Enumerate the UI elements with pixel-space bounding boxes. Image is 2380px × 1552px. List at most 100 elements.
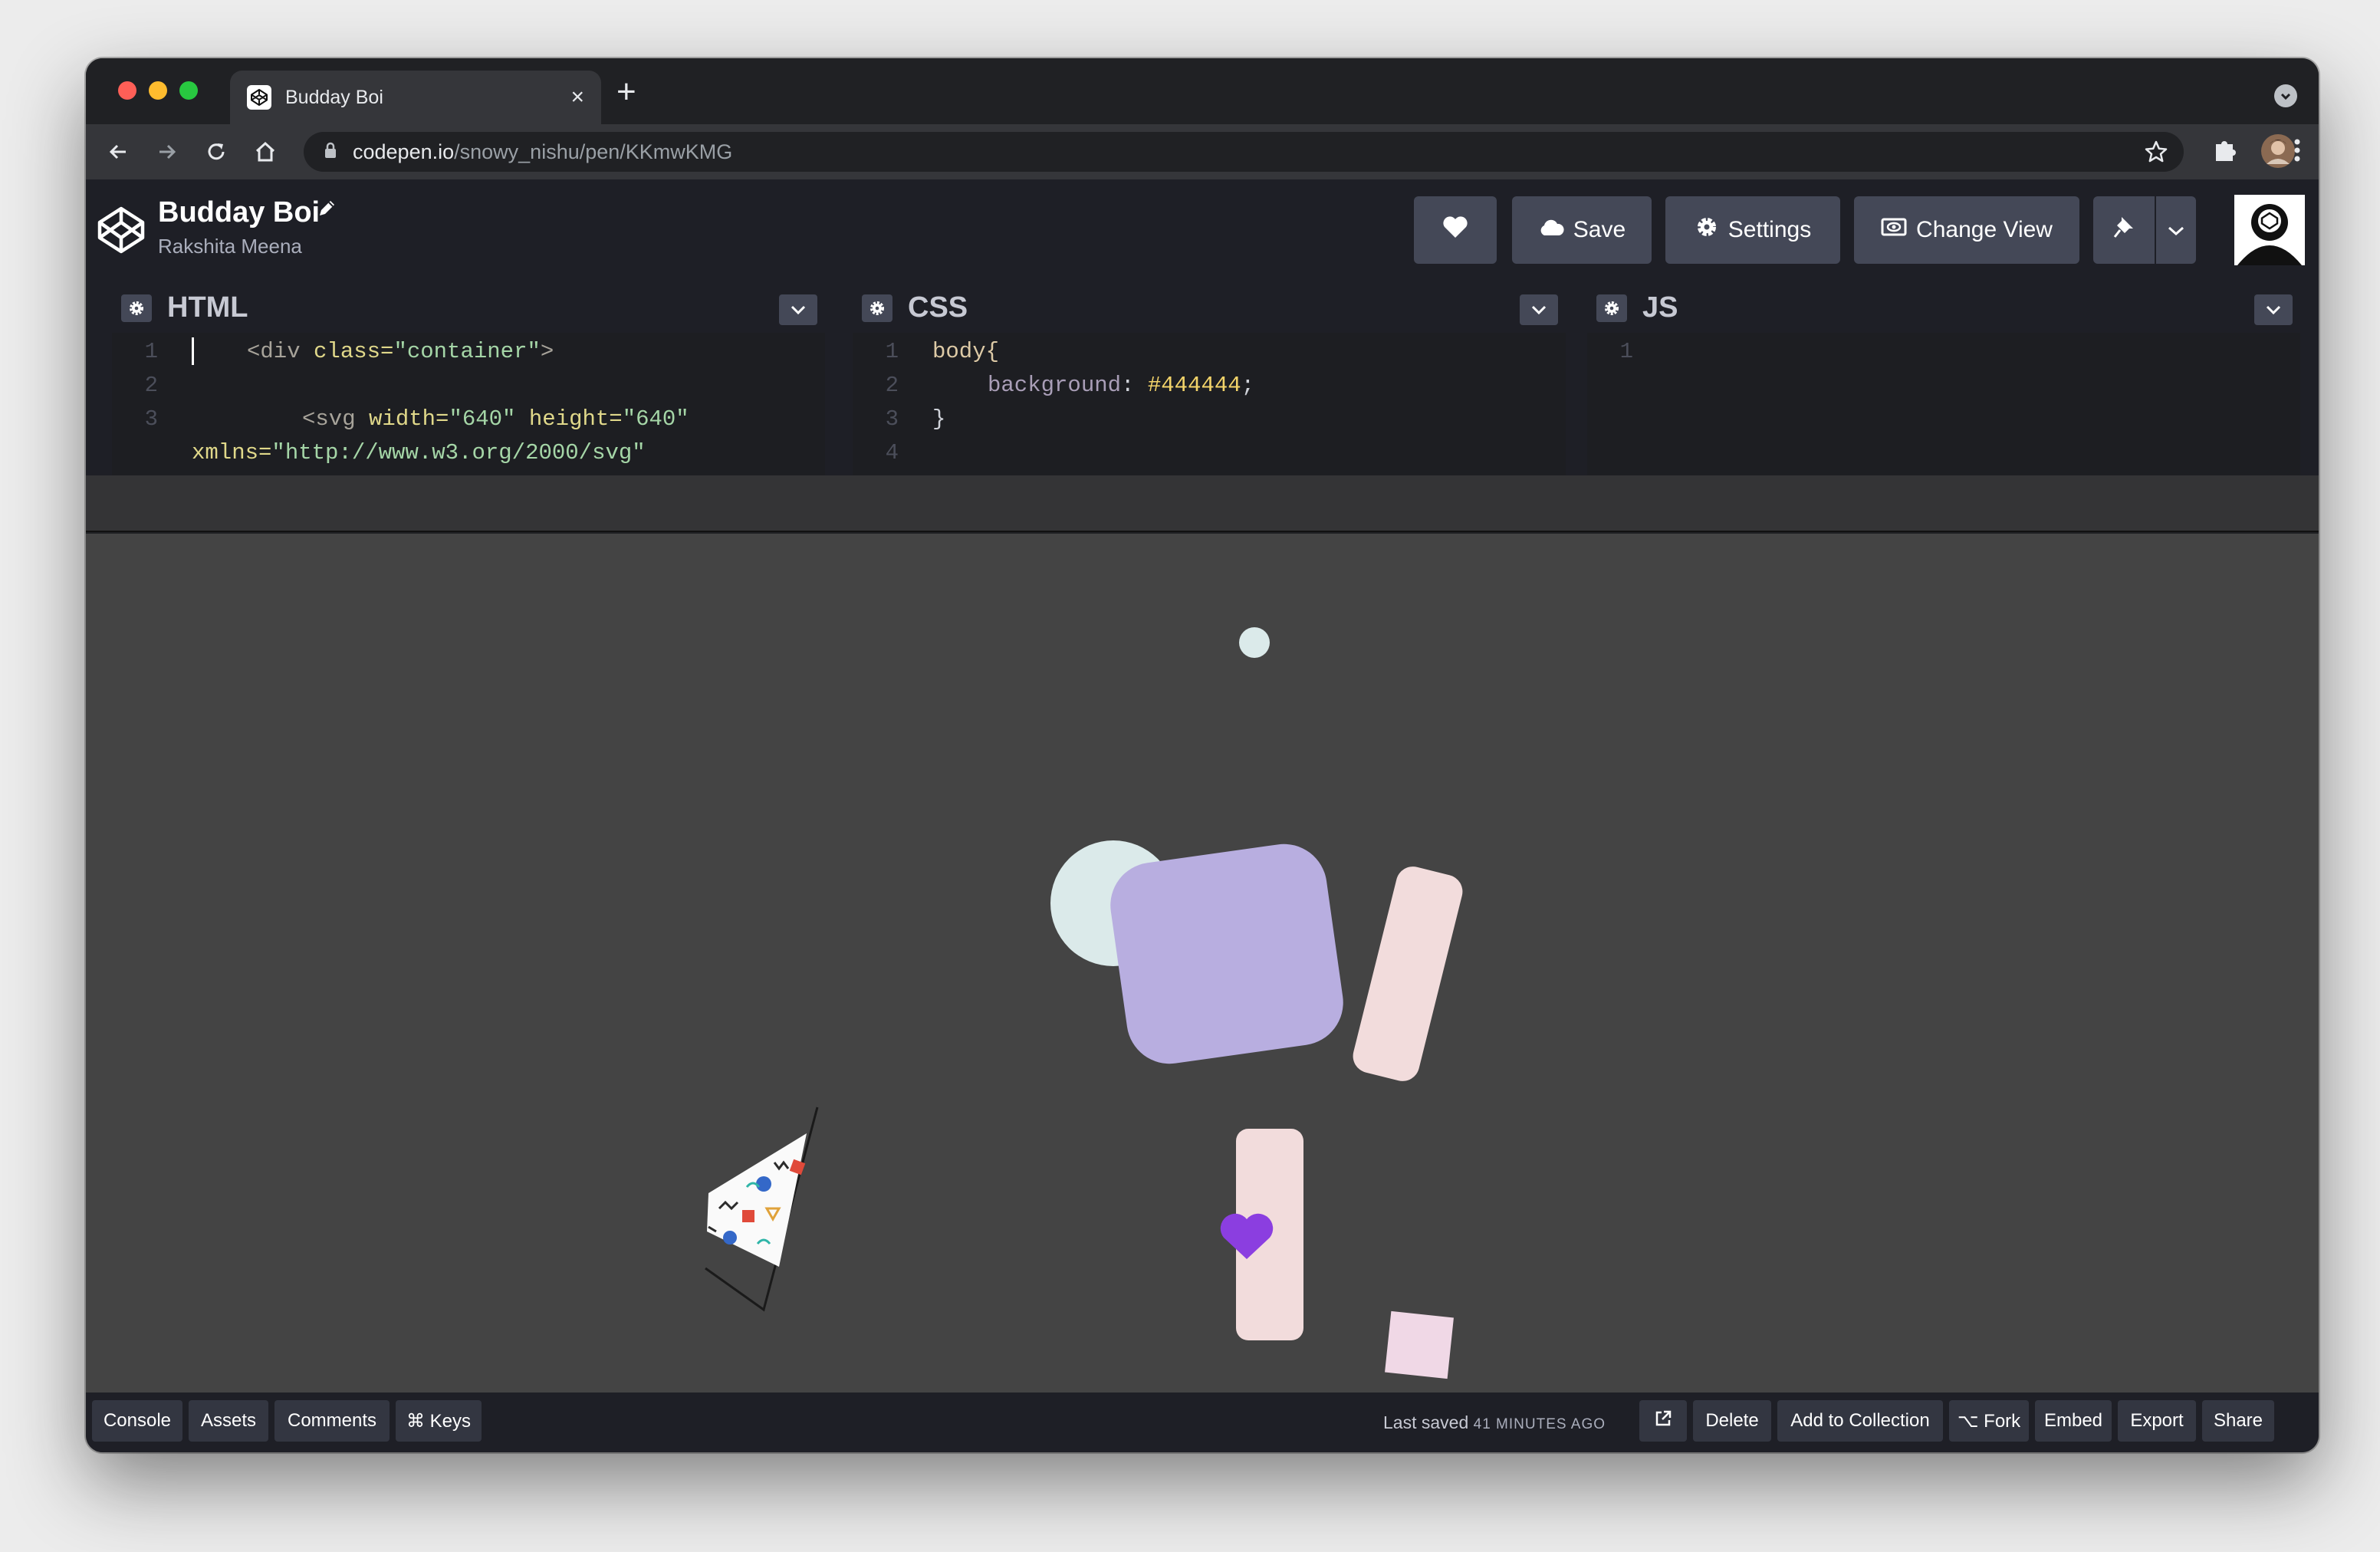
line-number: 2 bbox=[144, 373, 158, 398]
new-tab-button[interactable]: + bbox=[616, 75, 636, 109]
profile-avatar[interactable] bbox=[2260, 133, 2296, 173]
line-number: 1 bbox=[885, 339, 899, 364]
codepen-favicon-icon bbox=[247, 85, 271, 110]
last-saved-time: 41 MINUTES AGO bbox=[1473, 1416, 1606, 1432]
html-editor-pane: HTML 1 2 3 <div class="container"> <svg … bbox=[112, 279, 825, 475]
code-line: xmlns="http://www.w3.org/2000/svg" bbox=[192, 440, 646, 465]
gear-icon bbox=[1695, 215, 1719, 245]
line-number: 1 bbox=[1619, 339, 1633, 364]
pin-button[interactable] bbox=[2093, 196, 2155, 264]
css-collapse-chevron-icon[interactable] bbox=[1520, 294, 1558, 325]
url-host: codepen.io bbox=[353, 140, 455, 163]
code-line: body{ bbox=[932, 339, 1000, 364]
heart-icon bbox=[1442, 215, 1468, 245]
browser-tab[interactable]: Budday Boi × bbox=[230, 71, 601, 124]
line-number: 3 bbox=[885, 406, 899, 432]
browser-window: Budday Boi × + codepen.io/snowy_nishu/pe… bbox=[86, 58, 2319, 1452]
puzzle-icon[interactable] bbox=[2210, 135, 2240, 169]
js-settings-gear-icon[interactable] bbox=[1596, 294, 1627, 322]
cloud-icon bbox=[1538, 217, 1564, 243]
lavender-body bbox=[1110, 843, 1343, 1064]
export-button[interactable]: Export bbox=[2118, 1400, 2196, 1442]
pin-menu-button[interactable] bbox=[2156, 196, 2196, 264]
change-view-button[interactable]: Change View bbox=[1854, 196, 2079, 264]
close-window-button[interactable] bbox=[118, 81, 136, 100]
delete-button[interactable]: Delete bbox=[1693, 1400, 1771, 1442]
code-line: <div class="container"> bbox=[247, 339, 554, 364]
css-editor-pane: CSS 1 2 3 4 body{ background: #444444; } bbox=[853, 279, 1566, 475]
comments-button[interactable]: Comments bbox=[274, 1400, 390, 1442]
browser-toolbar: codepen.io/snowy_nishu/pen/KKmwKMG bbox=[86, 124, 2319, 179]
html-code-editor[interactable]: 1 2 3 <div class="container"> <svg width… bbox=[112, 333, 825, 475]
html-pane-title: HTML bbox=[167, 291, 248, 324]
tab-search-button[interactable] bbox=[2274, 84, 2297, 107]
minimize-window-button[interactable] bbox=[149, 81, 167, 100]
codepen-header: Budday Boi Rakshita Meena Save Settings bbox=[86, 179, 2319, 279]
share-button[interactable]: Share bbox=[2202, 1400, 2274, 1442]
assets-button[interactable]: Assets bbox=[189, 1400, 268, 1442]
console-button[interactable]: Console bbox=[92, 1400, 182, 1442]
save-label: Save bbox=[1573, 217, 1626, 242]
star-icon[interactable] bbox=[2144, 140, 2168, 168]
js-pane-title: JS bbox=[1642, 291, 1678, 324]
settings-button[interactable]: Settings bbox=[1665, 196, 1840, 264]
html-settings-gear-icon[interactable] bbox=[121, 294, 152, 322]
home-icon[interactable] bbox=[250, 136, 281, 167]
css-pane-header: CSS bbox=[853, 279, 1566, 333]
codepen-logo-icon[interactable] bbox=[97, 206, 146, 258]
css-pane-title: CSS bbox=[908, 291, 968, 324]
keys-button[interactable]: ⌘ Keys bbox=[396, 1400, 482, 1442]
kebab-icon[interactable] bbox=[2293, 135, 2302, 169]
balloon-dot bbox=[1239, 627, 1270, 658]
text-cursor bbox=[192, 337, 194, 365]
party-hat bbox=[705, 1106, 819, 1312]
code-line: } bbox=[932, 406, 946, 432]
add-to-collection-button[interactable]: Add to Collection bbox=[1777, 1400, 1943, 1442]
line-number: 2 bbox=[885, 373, 899, 398]
last-saved-status: Last saved 41 MINUTES AGO bbox=[1383, 1412, 1606, 1433]
line-number: 1 bbox=[144, 339, 158, 364]
pin-icon bbox=[2112, 215, 2135, 245]
editor-resize-bar[interactable] bbox=[86, 475, 2319, 532]
pink-arm bbox=[1353, 866, 1463, 1081]
html-collapse-chevron-icon[interactable] bbox=[779, 294, 817, 325]
js-editor-pane: JS 1 bbox=[1587, 279, 2300, 475]
last-saved-prefix: Last saved bbox=[1383, 1412, 1469, 1432]
embed-button[interactable]: Embed bbox=[2035, 1400, 2112, 1442]
tab-close-icon[interactable]: × bbox=[570, 86, 584, 109]
tab-strip: Budday Boi × + bbox=[86, 58, 2319, 124]
url-path: /snowy_nishu/pen/KKmwKMG bbox=[454, 140, 733, 163]
address-bar[interactable]: codepen.io/snowy_nishu/pen/KKmwKMG bbox=[304, 132, 2184, 172]
css-settings-gear-icon[interactable] bbox=[862, 294, 893, 322]
maximize-window-button[interactable] bbox=[179, 81, 198, 100]
line-number: 4 bbox=[885, 440, 899, 465]
tab-title: Budday Boi bbox=[285, 86, 383, 108]
reload-icon[interactable] bbox=[201, 136, 232, 167]
save-button[interactable]: Save bbox=[1512, 196, 1652, 264]
heart-button[interactable] bbox=[1414, 196, 1497, 264]
chevron-down-icon bbox=[2167, 217, 2185, 243]
gift-box bbox=[1385, 1310, 1454, 1379]
js-pane-header: JS bbox=[1587, 279, 2300, 333]
preview-frame[interactable] bbox=[86, 534, 2319, 1435]
lock-icon bbox=[324, 142, 337, 163]
change-view-label: Change View bbox=[1916, 217, 2053, 242]
line-number: 3 bbox=[144, 406, 158, 432]
js-code-editor[interactable]: 1 bbox=[1587, 333, 2300, 475]
codepen-footer: Console Assets Comments ⌘ Keys Last save… bbox=[86, 1393, 2319, 1452]
settings-label: Settings bbox=[1727, 217, 1812, 242]
css-code-editor[interactable]: 1 2 3 4 body{ background: #444444; } bbox=[853, 333, 1566, 475]
birthday-illustration bbox=[705, 627, 1463, 1379]
open-external-button[interactable] bbox=[1639, 1400, 1687, 1442]
js-collapse-chevron-icon[interactable] bbox=[2254, 294, 2293, 325]
code-line: background: #444444; bbox=[988, 373, 1255, 398]
eye-icon bbox=[1881, 217, 1907, 243]
pen-author[interactable]: Rakshita Meena bbox=[158, 235, 302, 258]
editor-area: HTML 1 2 3 <div class="container"> <svg … bbox=[86, 279, 2319, 532]
forward-icon[interactable] bbox=[152, 136, 182, 167]
user-avatar[interactable] bbox=[2234, 195, 2305, 265]
pen-title[interactable]: Budday Boi bbox=[158, 196, 320, 229]
fork-button[interactable]: ⌥ Fork bbox=[1949, 1400, 2029, 1442]
pencil-icon[interactable] bbox=[316, 198, 337, 223]
back-icon[interactable] bbox=[103, 136, 133, 167]
